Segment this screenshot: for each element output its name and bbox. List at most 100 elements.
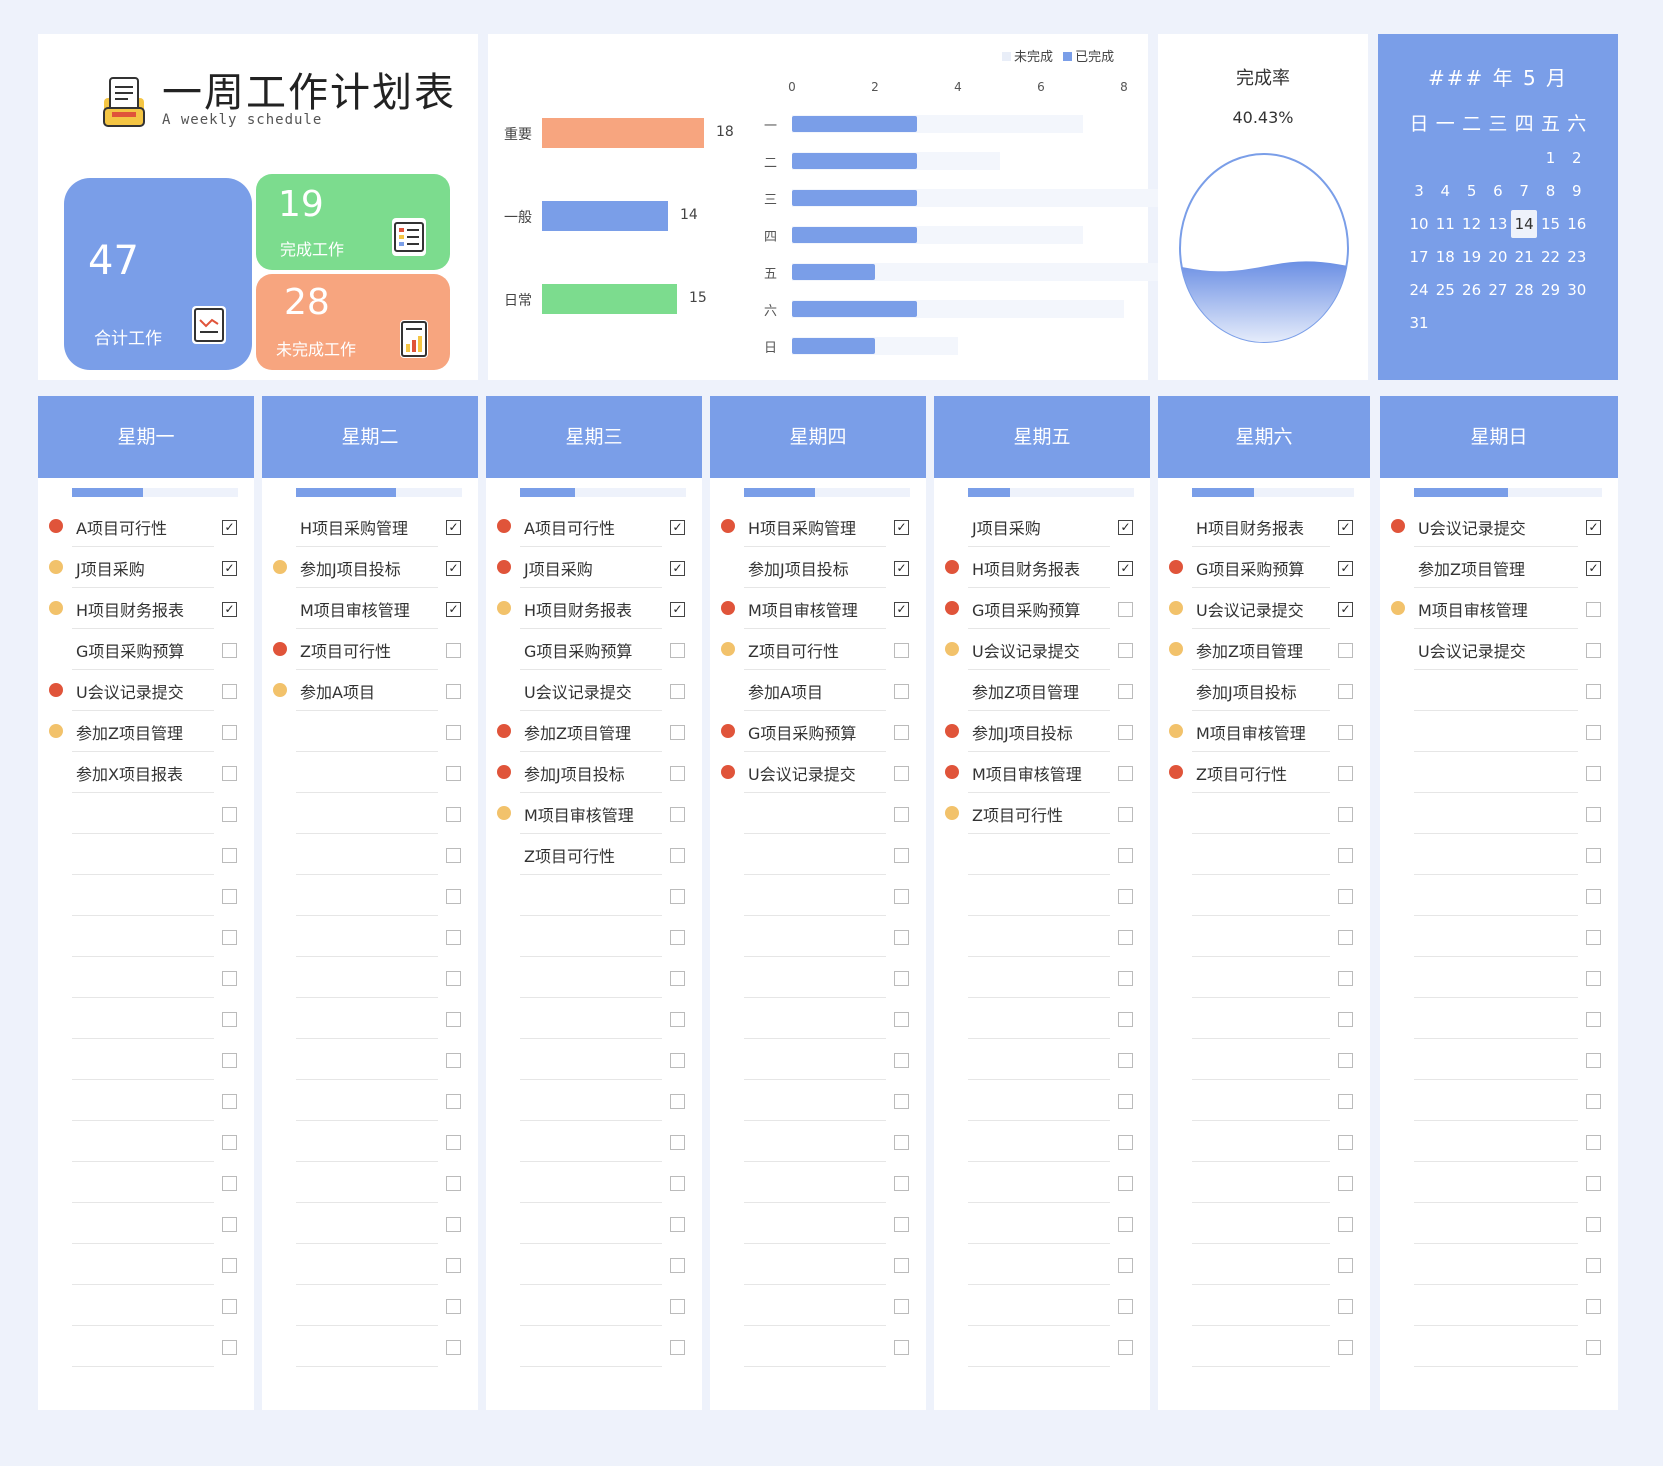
task-checkbox[interactable]	[446, 766, 461, 781]
task-checkbox[interactable]	[670, 971, 685, 986]
task-checkbox[interactable]	[222, 1299, 237, 1314]
calendar-day[interactable]: 30	[1564, 276, 1590, 304]
task-checkbox[interactable]	[670, 807, 685, 822]
task-checkbox[interactable]	[222, 1217, 237, 1232]
task-checkbox[interactable]	[894, 930, 909, 945]
task-checkbox[interactable]	[670, 684, 685, 699]
task-checkbox[interactable]	[894, 1217, 909, 1232]
task-checkbox[interactable]	[1338, 1012, 1353, 1027]
task-checkbox[interactable]: ✓	[222, 561, 237, 576]
task-checkbox[interactable]	[446, 889, 461, 904]
task-checkbox[interactable]	[670, 848, 685, 863]
task-checkbox[interactable]	[1338, 1340, 1353, 1355]
task-checkbox[interactable]	[894, 643, 909, 658]
calendar-day[interactable]: 16	[1564, 210, 1590, 238]
task-checkbox[interactable]	[222, 889, 237, 904]
task-checkbox[interactable]	[894, 684, 909, 699]
task-checkbox[interactable]	[1118, 684, 1133, 699]
task-checkbox[interactable]	[446, 807, 461, 822]
task-checkbox[interactable]	[222, 807, 237, 822]
task-checkbox[interactable]: ✓	[1586, 520, 1601, 535]
task-checkbox[interactable]	[222, 971, 237, 986]
task-checkbox[interactable]: ✓	[1118, 561, 1133, 576]
task-checkbox[interactable]	[446, 1053, 461, 1068]
task-checkbox[interactable]	[222, 684, 237, 699]
calendar-day[interactable]: 23	[1564, 243, 1590, 271]
calendar-day[interactable]: 27	[1485, 276, 1511, 304]
task-checkbox[interactable]	[894, 971, 909, 986]
task-checkbox[interactable]	[1118, 643, 1133, 658]
task-checkbox[interactable]	[1118, 1135, 1133, 1150]
task-checkbox[interactable]	[1586, 602, 1601, 617]
calendar-day[interactable]: 28	[1511, 276, 1537, 304]
task-checkbox[interactable]	[1586, 848, 1601, 863]
task-checkbox[interactable]: ✓	[894, 602, 909, 617]
calendar-day[interactable]: 8	[1538, 177, 1564, 205]
task-checkbox[interactable]	[1586, 766, 1601, 781]
task-checkbox[interactable]	[1586, 684, 1601, 699]
task-checkbox[interactable]	[222, 766, 237, 781]
task-checkbox[interactable]	[1118, 1053, 1133, 1068]
task-checkbox[interactable]	[1118, 889, 1133, 904]
task-checkbox[interactable]	[1586, 1340, 1601, 1355]
task-checkbox[interactable]	[894, 1012, 909, 1027]
task-checkbox[interactable]	[1586, 1258, 1601, 1273]
task-checkbox[interactable]	[894, 1340, 909, 1355]
calendar-day[interactable]: 20	[1485, 243, 1511, 271]
task-checkbox[interactable]	[1338, 1299, 1353, 1314]
task-checkbox[interactable]	[894, 1299, 909, 1314]
task-checkbox[interactable]	[446, 684, 461, 699]
task-checkbox[interactable]: ✓	[446, 561, 461, 576]
task-checkbox[interactable]	[670, 1053, 685, 1068]
task-checkbox[interactable]	[1338, 889, 1353, 904]
task-checkbox[interactable]: ✓	[670, 561, 685, 576]
task-checkbox[interactable]	[670, 1299, 685, 1314]
task-checkbox[interactable]: ✓	[1118, 520, 1133, 535]
task-checkbox[interactable]	[670, 1340, 685, 1355]
task-checkbox[interactable]	[1118, 1340, 1133, 1355]
task-checkbox[interactable]	[894, 766, 909, 781]
task-checkbox[interactable]: ✓	[446, 520, 461, 535]
task-checkbox[interactable]: ✓	[1338, 561, 1353, 576]
task-checkbox[interactable]: ✓	[1586, 561, 1601, 576]
task-checkbox[interactable]	[1338, 1135, 1353, 1150]
calendar-day[interactable]: 17	[1406, 243, 1432, 271]
task-checkbox[interactable]: ✓	[222, 520, 237, 535]
task-checkbox[interactable]	[1118, 1176, 1133, 1191]
calendar-day[interactable]: 26	[1459, 276, 1485, 304]
task-checkbox[interactable]	[446, 1340, 461, 1355]
calendar-day-today[interactable]: 14	[1511, 210, 1538, 238]
task-checkbox[interactable]	[894, 1176, 909, 1191]
task-checkbox[interactable]	[446, 643, 461, 658]
task-checkbox[interactable]	[1338, 725, 1353, 740]
task-checkbox[interactable]	[1338, 766, 1353, 781]
calendar-day[interactable]: 22	[1538, 243, 1564, 271]
calendar-day[interactable]: 19	[1459, 243, 1485, 271]
task-checkbox[interactable]: ✓	[1338, 602, 1353, 617]
task-checkbox[interactable]	[1338, 971, 1353, 986]
task-checkbox[interactable]	[670, 1176, 685, 1191]
task-checkbox[interactable]	[670, 1258, 685, 1273]
task-checkbox[interactable]: ✓	[446, 602, 461, 617]
task-checkbox[interactable]	[670, 930, 685, 945]
calendar-day[interactable]: 15	[1538, 210, 1564, 238]
task-checkbox[interactable]	[1338, 1094, 1353, 1109]
task-checkbox[interactable]	[222, 643, 237, 658]
task-checkbox[interactable]: ✓	[894, 520, 909, 535]
task-checkbox[interactable]	[894, 725, 909, 740]
calendar-day[interactable]: 24	[1406, 276, 1432, 304]
task-checkbox[interactable]	[894, 1135, 909, 1150]
task-checkbox[interactable]	[670, 643, 685, 658]
task-checkbox[interactable]	[446, 1094, 461, 1109]
task-checkbox[interactable]	[1118, 602, 1133, 617]
task-checkbox[interactable]	[1118, 930, 1133, 945]
task-checkbox[interactable]	[1118, 807, 1133, 822]
calendar-day[interactable]: 9	[1564, 177, 1590, 205]
calendar-day[interactable]: 6	[1485, 177, 1511, 205]
task-checkbox[interactable]	[1118, 1299, 1133, 1314]
task-checkbox[interactable]: ✓	[894, 561, 909, 576]
task-checkbox[interactable]	[1586, 889, 1601, 904]
task-checkbox[interactable]	[1118, 725, 1133, 740]
task-checkbox[interactable]	[1118, 1258, 1133, 1273]
task-checkbox[interactable]	[1586, 971, 1601, 986]
